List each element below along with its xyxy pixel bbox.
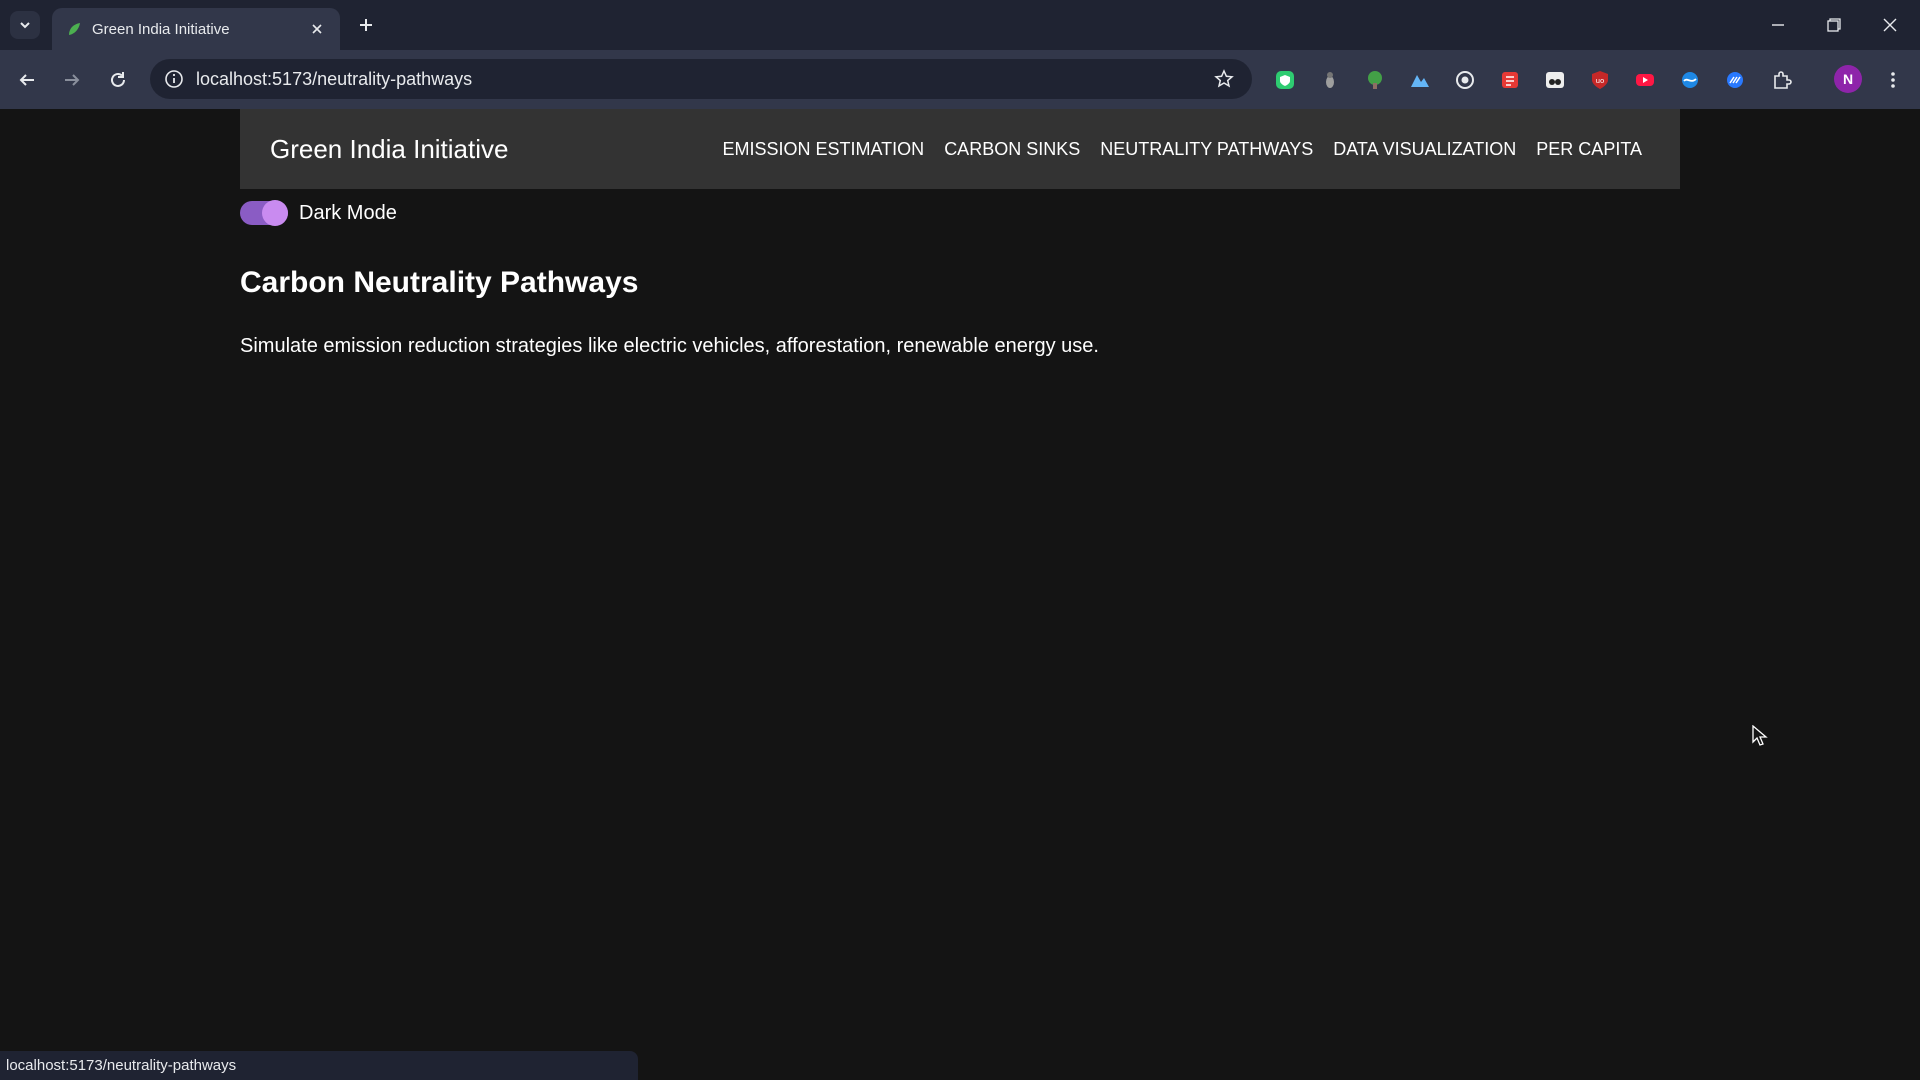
tab-strip: Green India Initiative — [0, 0, 1920, 50]
nav-link-emission-estimation[interactable]: EMISSION ESTIMATION — [723, 139, 925, 160]
minimize-icon — [1772, 24, 1784, 26]
reload-button[interactable] — [103, 65, 133, 95]
tab-close-icon[interactable] — [306, 18, 328, 40]
page-content: Green India Initiative EMISSION ESTIMATI… — [0, 109, 1920, 1080]
page-description: Simulate emission reduction strategies l… — [240, 335, 1099, 357]
back-arrow-icon — [19, 74, 34, 86]
new-tab-button[interactable] — [352, 11, 380, 39]
site-info-icon[interactable] — [162, 67, 186, 91]
url-text: localhost:5173/neutrality-pathways — [196, 69, 473, 89]
nav-link-per-capita[interactable]: PER CAPITA — [1536, 139, 1642, 160]
switch-knob — [262, 200, 288, 226]
browser-toolbar: localhost:5173/neutrality-pathways uo — [0, 50, 1920, 109]
ublock-extension-icon[interactable]: uo — [1587, 67, 1613, 93]
restore-button[interactable] — [1806, 0, 1862, 50]
plus-icon — [360, 19, 372, 31]
target-extension-icon[interactable] — [1452, 67, 1478, 93]
address-bar[interactable]: localhost:5173/neutrality-pathways — [150, 59, 1252, 99]
status-url: localhost:5173/neutrality-pathways — [6, 1057, 237, 1074]
restore-icon — [1827, 18, 1841, 32]
leaf-favicon-icon — [64, 19, 84, 39]
page-title: Carbon Neutrality Pathways — [240, 266, 639, 299]
site-navbar: Green India Initiative EMISSION ESTIMATI… — [240, 109, 1680, 189]
svg-text:uo: uo — [1596, 77, 1605, 85]
reload-icon — [111, 72, 125, 87]
back-button[interactable] — [12, 65, 42, 95]
speed-extension-icon[interactable] — [1722, 67, 1748, 93]
nav-link-neutrality-pathways[interactable]: NEUTRALITY PATHWAYS — [1100, 139, 1313, 160]
chevron-down-icon — [20, 22, 30, 29]
minimize-button[interactable] — [1750, 0, 1806, 50]
close-window-button[interactable] — [1862, 0, 1918, 50]
close-icon — [1883, 18, 1897, 32]
bookmark-star-icon[interactable] — [1212, 67, 1236, 91]
shield-extension-icon[interactable] — [1272, 67, 1298, 93]
kebab-menu-icon[interactable] — [1880, 67, 1906, 93]
dark-mode-toggle-row: Dark Mode — [240, 200, 397, 226]
mouse-cursor-icon — [1752, 725, 1768, 746]
tab-title: Green India Initiative — [92, 20, 230, 38]
dark-mode-switch[interactable] — [240, 200, 288, 226]
puzzle-red-extension-icon[interactable] — [1497, 67, 1523, 93]
tab-search-button[interactable] — [10, 11, 40, 39]
extensions-puzzle-icon[interactable] — [1769, 67, 1795, 93]
nav-link-carbon-sinks[interactable]: CARBON SINKS — [944, 139, 1080, 160]
nav-link-data-visualization[interactable]: DATA VISUALIZATION — [1333, 139, 1516, 160]
wave-extension-icon[interactable] — [1677, 67, 1703, 93]
youtube-extension-icon[interactable] — [1632, 67, 1658, 93]
profile-avatar[interactable]: N — [1834, 65, 1862, 93]
mountain-extension-icon[interactable] — [1407, 67, 1433, 93]
tree-extension-icon[interactable] — [1362, 67, 1388, 93]
nav-links: EMISSION ESTIMATION CARBON SINKS NEUTRAL… — [723, 139, 1643, 160]
dark-mode-label: Dark Mode — [299, 201, 397, 224]
browser-tab[interactable]: Green India Initiative — [52, 8, 340, 50]
forward-arrow-icon — [65, 74, 80, 86]
acorn-extension-icon[interactable] — [1317, 67, 1343, 93]
glasses-extension-icon[interactable] — [1542, 67, 1568, 93]
forward-button[interactable] — [57, 65, 87, 95]
site-brand[interactable]: Green India Initiative — [270, 134, 508, 165]
status-bar: localhost:5173/neutrality-pathways — [0, 1051, 638, 1080]
